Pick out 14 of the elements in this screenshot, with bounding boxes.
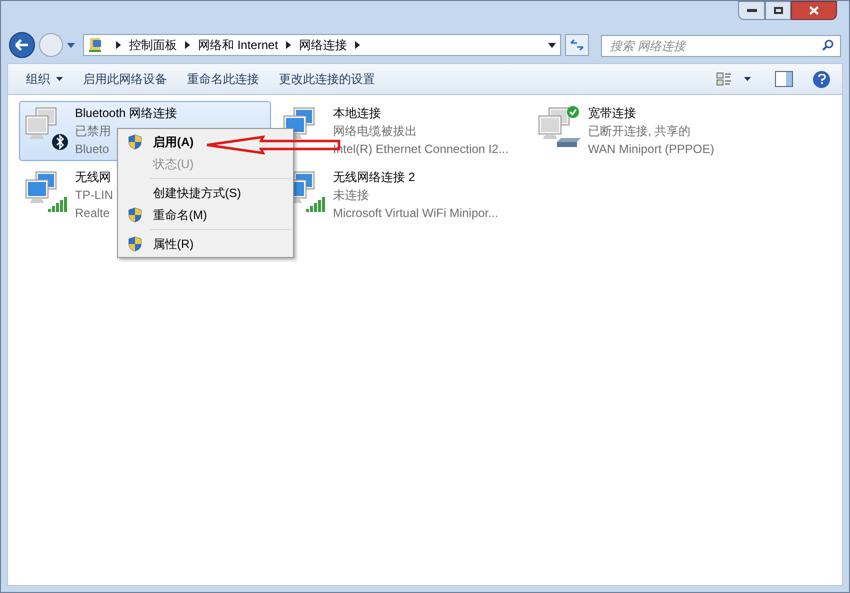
connection-device: Realte — [75, 205, 110, 222]
connection-name: Bluetooth 网络连接 — [75, 105, 178, 122]
connection-device: Blueto — [75, 141, 110, 158]
connection-name: 无线网络连接 2 — [333, 169, 416, 186]
connection-name: 本地连接 — [333, 105, 381, 122]
connection-device: Microsoft Virtual WiFi Minipor... — [333, 205, 498, 222]
connection-status: 未连接 — [333, 187, 369, 204]
connection-status: 已断开连接, 共享的 — [588, 123, 691, 140]
connection-name: 宽带连接 — [588, 105, 636, 122]
connection-status: TP-LIN — [75, 187, 114, 204]
connection-status: 已禁用 — [75, 123, 111, 140]
connection-name: 无线网 — [75, 169, 111, 186]
connection-status: 网络电缆被拔出 — [333, 123, 417, 140]
connection-device: WAN Miniport (PPPOE) — [588, 141, 714, 158]
